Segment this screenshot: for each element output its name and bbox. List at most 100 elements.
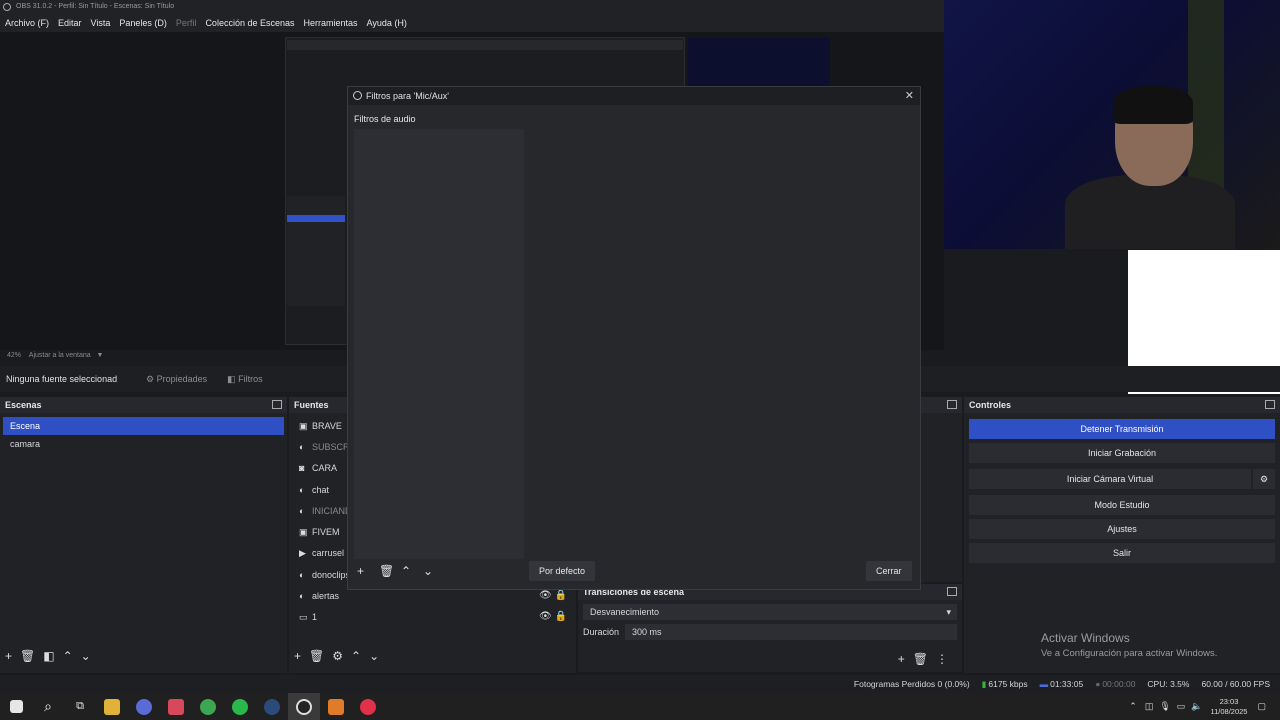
whatsapp-icon[interactable] [224, 693, 256, 720]
up-icon[interactable]: ⌃ [401, 564, 423, 578]
float-dock-icon[interactable] [1265, 400, 1275, 409]
lock-icon[interactable]: 👁 🔒 [539, 611, 569, 622]
stop-stream-button[interactable]: Detener Transmisión [969, 419, 1275, 439]
down-icon[interactable]: ⌄ [369, 649, 379, 663]
menu-ayuda[interactable]: Ayuda (H) [367, 18, 407, 28]
source-label: CARA [312, 463, 338, 474]
transitions-dock: Transiciones de escena Desvanecimiento ▾ … [578, 584, 962, 672]
source-label: carrusel [312, 548, 345, 559]
record-time: 00:00:00 [1102, 679, 1136, 689]
app-icon[interactable] [352, 693, 384, 720]
source-label: INICIAND [312, 505, 352, 516]
float-dock-icon[interactable] [947, 400, 957, 409]
menu-archivo[interactable]: Archivo (F) [5, 18, 49, 28]
file-explorer-icon[interactable] [96, 693, 128, 720]
add-icon[interactable]: + [357, 564, 379, 578]
chrome-icon[interactable] [192, 693, 224, 720]
status-bar: Fotogramas Perdidos 0 (0.0%) ▮ 6175 kbps… [0, 675, 1280, 693]
tray-app-icon[interactable]: ◫ [1145, 701, 1154, 712]
nested-camera-image [688, 38, 830, 88]
properties-label: Propiedades [156, 373, 208, 384]
gear-icon[interactable]: ⚙ [332, 649, 343, 663]
menu-paneles[interactable]: Paneles (D) [119, 18, 167, 28]
menu-perfil[interactable]: Perfil [176, 18, 197, 28]
app-icon[interactable] [128, 693, 160, 720]
search-icon[interactable]: ⌕ [32, 693, 64, 720]
windows-taskbar: ⌕ ⧉ ⌃ ◫ 🎙 ▭ 🔈 23:03 11/08/2025 ▢ [0, 693, 1280, 720]
virtual-camera-button[interactable]: Iniciar Cámara Virtual [969, 469, 1251, 489]
menu-vista[interactable]: Vista [91, 18, 111, 28]
window-icon: ▣ [299, 420, 308, 431]
source-label: donoclips [312, 569, 351, 580]
float-dock-icon[interactable] [947, 587, 957, 596]
bitrate: 6175 kbps [988, 679, 1028, 689]
menu-coleccion[interactable]: Colección de Escenas [205, 18, 294, 28]
filters-button[interactable]: ◧ Filtros [227, 374, 263, 385]
app-icon[interactable] [320, 693, 352, 720]
window-icon: ▣ [299, 527, 308, 538]
fps: 60.00 / 60.00 FPS [1201, 679, 1270, 689]
gear-icon[interactable]: ⚙ [1253, 469, 1275, 489]
source-label: 1 [312, 612, 318, 623]
network-icon[interactable]: ▭ [1177, 701, 1186, 712]
properties-button[interactable]: ⚙ Propiedades [146, 374, 207, 385]
scene-item[interactable]: camara [3, 435, 284, 453]
defaults-button[interactable]: Por defecto [529, 561, 596, 581]
start-recording-button[interactable]: Iniciar Grabación [969, 443, 1275, 463]
source-item[interactable]: ▭ 1 [289, 605, 576, 626]
nested-preview-menubar [287, 40, 683, 50]
stream-icon: ▬ [1039, 679, 1049, 689]
studio-mode-button[interactable]: Modo Estudio [969, 495, 1275, 515]
cpu-usage: CPU: 3.5% [1147, 679, 1190, 689]
no-source-label: Ninguna fuente seleccionad [6, 374, 118, 384]
exit-button[interactable]: Salir [969, 543, 1275, 563]
app-icon[interactable] [160, 693, 192, 720]
duration-spinbox[interactable]: 300 ms [625, 624, 957, 640]
transition-select[interactable]: Desvanecimiento ▾ [583, 604, 957, 620]
monitor-icon: ▭ [299, 612, 308, 623]
add-icon[interactable]: + [5, 649, 12, 663]
steam-icon[interactable] [256, 693, 288, 720]
trash-icon[interactable]: 🗑 [379, 564, 401, 578]
filter-list-toolbar: + 🗑 ⌃ ⌄ [357, 564, 445, 578]
menu-bar: Archivo (F) Editar Vista Paneles (D) Per… [0, 14, 944, 32]
obs-icon[interactable] [288, 693, 320, 720]
source-label: FIVEM [312, 527, 340, 538]
windows-start-icon[interactable] [0, 693, 32, 720]
add-icon[interactable]: + [294, 649, 301, 663]
add-icon[interactable]: + [898, 652, 905, 666]
window-title: OBS 31.0.2 - Perfil: Sin Título - Escena… [16, 3, 175, 10]
trash-icon[interactable]: 🗑 [913, 652, 928, 666]
close-icon[interactable]: ✕ [905, 89, 914, 102]
browser-icon: ◐ [299, 569, 305, 580]
filter-icon[interactable]: ◧ [43, 649, 54, 663]
close-button[interactable]: Cerrar [866, 561, 912, 581]
scene-item[interactable]: Escena [3, 417, 284, 435]
eye-icon[interactable]: 👁 🔒 [539, 590, 569, 611]
watermark-subtitle: Ve a Configuración para activar Windows. [1041, 648, 1218, 659]
task-view-icon[interactable]: ⧉ [64, 693, 96, 720]
browser-icon: ◐ [299, 591, 305, 602]
clock[interactable]: 23:03 11/08/2025 [1211, 697, 1248, 717]
up-icon[interactable]: ⌃ [63, 649, 73, 663]
nested-preview-selection [287, 215, 345, 222]
mic-icon[interactable]: 🎙 [1159, 701, 1170, 712]
up-icon[interactable]: ⌃ [351, 649, 361, 663]
audio-filters-list[interactable] [354, 129, 524, 559]
system-tray: ⌃ ◫ 🎙 ▭ 🔈 23:03 11/08/2025 ▢ [1129, 697, 1280, 717]
settings-button[interactable]: Ajustes [969, 519, 1275, 539]
down-icon[interactable]: ⌄ [423, 564, 445, 578]
down-icon[interactable]: ⌄ [81, 649, 91, 663]
trash-icon[interactable]: 🗑 [20, 649, 35, 663]
chevron-down-icon[interactable]: ▼ [93, 352, 104, 359]
trash-icon[interactable]: 🗑 [309, 649, 324, 663]
menu-herramientas[interactable]: Herramientas [304, 18, 358, 28]
zoom-fit-select[interactable]: Ajustar a la ventana [29, 352, 91, 359]
volume-icon[interactable]: 🔈 [1191, 701, 1202, 712]
tray-chevron-icon[interactable]: ⌃ [1129, 701, 1137, 712]
more-icon[interactable]: ⋮ [936, 652, 948, 666]
menu-editar[interactable]: Editar [58, 18, 82, 28]
float-dock-icon[interactable] [272, 400, 282, 409]
notification-icon[interactable]: ▢ [1257, 701, 1266, 712]
webcam-person-body [1065, 175, 1235, 249]
